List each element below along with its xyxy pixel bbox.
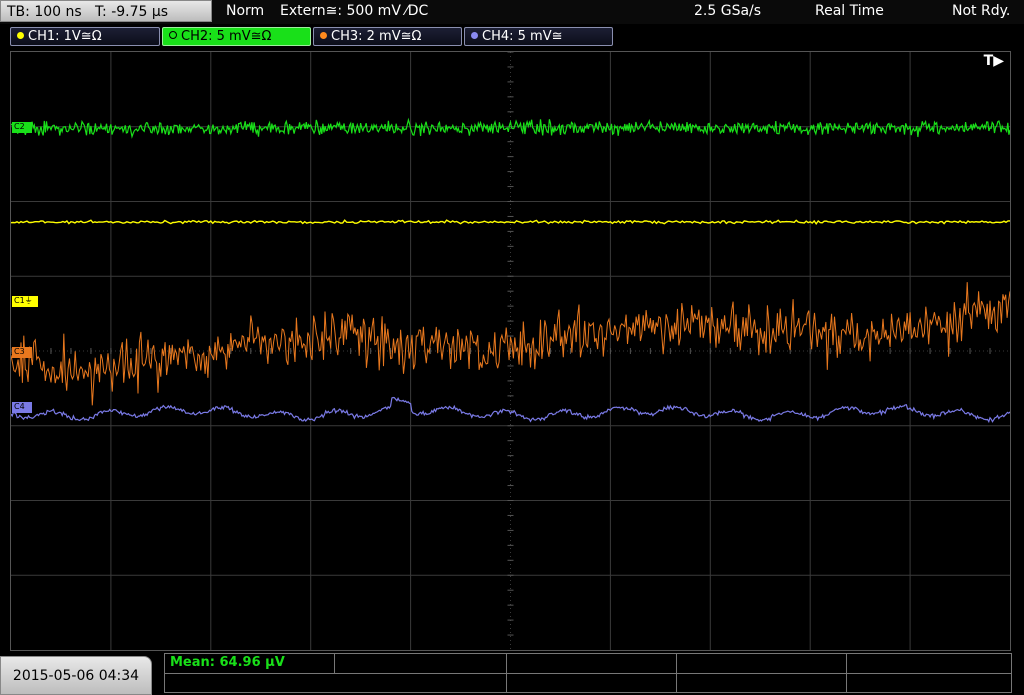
measurement-cell-6[interactable] xyxy=(335,674,507,693)
channel-4-offset-marker[interactable]: C4 xyxy=(12,402,32,413)
trigger-source[interactable]: Extern≅: 500 mV ⁄DC xyxy=(280,0,428,22)
channel-4-trace xyxy=(11,396,1010,424)
measurement-cell-7[interactable] xyxy=(507,674,677,693)
channel-3-button[interactable]: CH3: 2 mV≅Ω xyxy=(313,27,462,46)
measurement-cell-8[interactable] xyxy=(677,674,847,693)
graticule xyxy=(11,52,1010,650)
channel-2-color-icon xyxy=(169,31,177,39)
measurement-cell-2[interactable] xyxy=(335,654,507,673)
date-time-display: 2015-05-06 04:34 xyxy=(0,656,152,695)
channel-1-label: CH1: 1V≅Ω xyxy=(28,29,102,44)
channel-3-color-icon xyxy=(320,32,327,39)
measurement-mean-label: Mean: 64.96 µV xyxy=(170,655,285,670)
channel-4-label: CH4: 5 mV≅ xyxy=(482,29,563,44)
sample-rate: 2.5 GSa/s xyxy=(694,3,762,19)
channel-3-label: CH3: 2 mV≅Ω xyxy=(331,29,422,44)
trigger-mode[interactable]: Norm xyxy=(226,0,264,22)
channel-1-button[interactable]: CH1: 1V≅Ω xyxy=(10,27,160,46)
channel-1-offset-marker[interactable]: C1⏚ xyxy=(12,296,38,307)
waveform-display[interactable] xyxy=(10,51,1011,651)
measurement-panel[interactable]: Mean: 64.96 µV xyxy=(164,653,1012,693)
channel-4-color-icon xyxy=(471,32,478,39)
timebase-button[interactable]: TB: 100 ns T: -9.75 µs xyxy=(0,0,212,22)
acquisition-mode: Real Time xyxy=(815,3,884,19)
measurement-cell-4[interactable] xyxy=(677,654,847,673)
waveform-svg xyxy=(11,52,1010,650)
channel-4-button[interactable]: CH4: 5 mV≅ xyxy=(464,27,613,46)
channel-2-button[interactable]: CH2: 5 mV≅Ω xyxy=(162,27,311,46)
channel-3-offset-marker[interactable]: C3 xyxy=(12,347,32,358)
channel-bar: CH1: 1V≅Ω CH2: 5 mV≅Ω CH3: 2 mV≅Ω CH4: 5… xyxy=(0,26,1024,48)
measurement-cell-1[interactable]: Mean: 64.96 µV xyxy=(165,654,335,673)
channel-1-color-icon xyxy=(17,32,24,39)
measurement-cell-3[interactable] xyxy=(507,654,677,673)
top-status-bar: TB: 100 ns T: -9.75 µs Norm Extern≅: 500… xyxy=(0,0,1024,24)
channel-2-offset-marker[interactable]: C2 xyxy=(12,122,32,133)
trigger-status: Not Rdy. xyxy=(952,3,1011,19)
channel-2-label: CH2: 5 mV≅Ω xyxy=(181,29,272,44)
trigger-position-marker[interactable]: T▶ xyxy=(984,53,1004,69)
